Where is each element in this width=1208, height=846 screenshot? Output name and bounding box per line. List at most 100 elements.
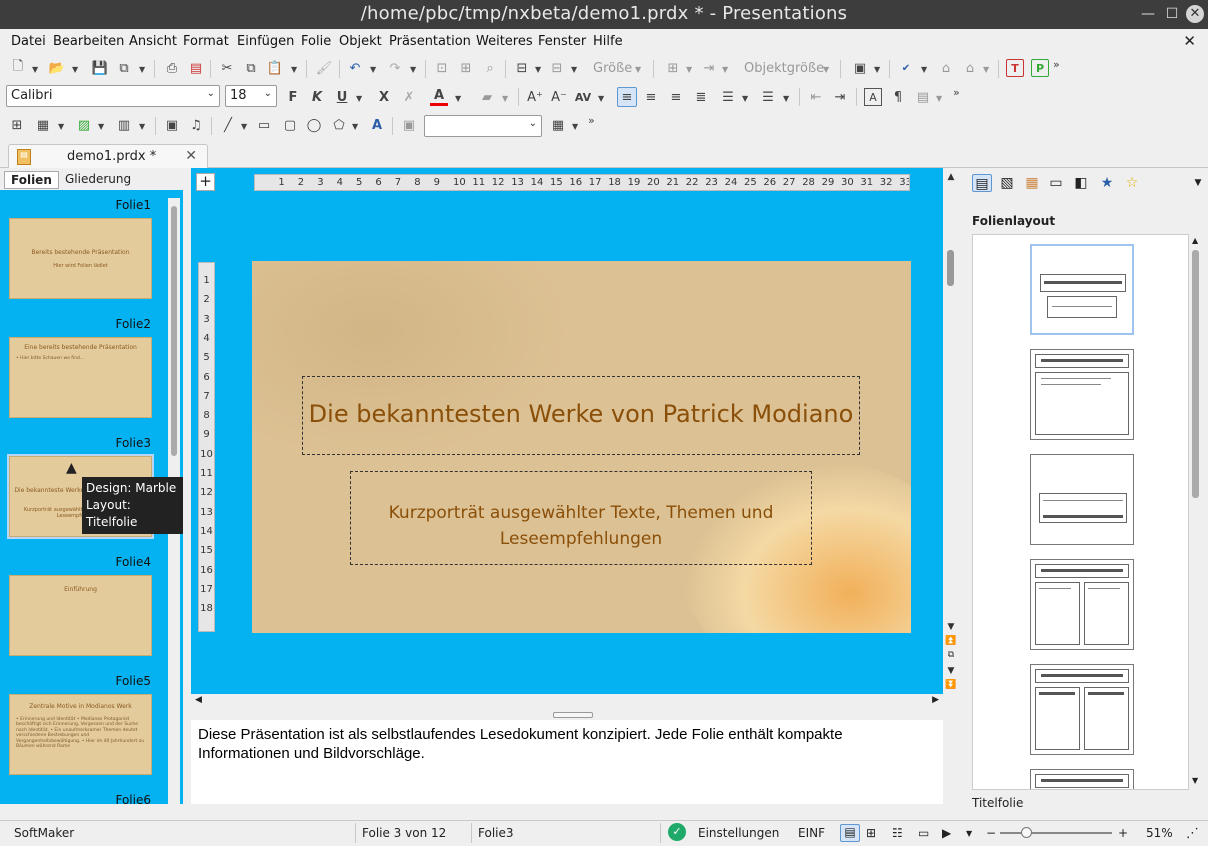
chevron-down-icon[interactable]: ▼ [32,65,38,74]
table-icon[interactable]: ▦ [34,116,52,134]
scrollbar-thumb[interactable] [1192,250,1199,498]
chevron-down-icon[interactable]: ▼ [686,65,692,74]
menu-folie[interactable]: Folie [301,34,331,49]
chevron-down-icon[interactable]: ▼ [823,65,829,74]
chevron-down-icon[interactable]: ▼ [983,65,989,74]
scrollbar-thumb[interactable] [171,206,177,456]
save-icon[interactable]: 💾 [91,59,109,77]
group-icon[interactable]: ⊞ [664,59,682,77]
chevron-down-icon[interactable]: ⌄ [529,118,537,129]
next-slide-icon[interactable]: ▼ [945,666,957,676]
slide-transition-icon[interactable]: ⌂ [937,59,955,77]
chevron-down-icon[interactable]: ▼ [356,94,362,103]
ellipse-icon[interactable]: ◯ [305,116,323,134]
ruler-corner-button[interactable]: + [196,173,215,191]
scrollbar-thumb[interactable] [947,250,954,286]
planmaker-icon[interactable]: P [1031,59,1049,77]
save-all-icon[interactable]: ⧉ [115,59,133,77]
slide-title[interactable]: Die bekanntesten Werke von Patrick Modia… [302,396,860,432]
textmaker-icon[interactable]: T [1006,59,1024,77]
chevron-down-icon[interactable]: ▼ [936,94,942,103]
zoom-slider-knob[interactable] [1021,827,1032,838]
bullet-list-icon[interactable]: ☰ [719,88,737,106]
chevron-down-icon[interactable]: ▼ [874,65,880,74]
object-size-dropdown[interactable]: Objektgröße [744,61,824,76]
chevron-down-icon[interactable]: ▼ [410,65,416,74]
close-tab-icon[interactable]: ✕ [185,148,197,164]
slide-thumbnail-5[interactable]: Zentrale Motive in Modianos Werk • Erinn… [9,694,152,775]
arrange-icon[interactable]: ⇥ [700,59,718,77]
layout-title-slide[interactable] [1030,244,1134,335]
chart-icon[interactable]: ▥ [115,116,133,134]
chevron-down-icon[interactable]: ▼ [921,65,927,74]
horizontal-ruler[interactable]: 1 2 3 4 5 6 7 8 9 10 11 12 13 14 15 16 17 18 19 20 21 22 23 24 2… [254,174,910,191]
autoshape-icon[interactable]: ⬠ [330,116,348,134]
print-icon[interactable]: ⎙ [163,59,181,77]
chevron-down-icon[interactable]: ▼ [291,65,297,74]
undo-icon[interactable]: ↶ [346,59,364,77]
document-tab[interactable]: ▤ demo1.prdx * ✕ [8,144,208,168]
notes-view-icon[interactable]: ▭ [918,826,929,840]
slide-thumbnail-4[interactable]: Einführung [9,575,152,656]
editing-horizontal-scrollbar[interactable]: ◀ ▶ [191,694,943,710]
spellcheck-icon[interactable]: ✔ [897,59,915,77]
menu-bearbeiten[interactable]: Bearbeiten [53,34,124,49]
frame-icon[interactable]: ⊞ [8,116,26,134]
font-name-combo[interactable]: Calibri ⌄ [6,85,220,107]
overflow-icon[interactable]: » [953,86,960,99]
layout-section-header[interactable] [1030,454,1134,545]
tab-folien[interactable]: Folien [4,171,59,189]
chevron-down-icon[interactable]: ▼ [72,65,78,74]
cut-icon[interactable]: ✂ [218,59,236,77]
pdf-export-icon[interactable]: ▤ [187,59,205,77]
slide-subtitle[interactable]: Kurzporträt ausgewählter Texte, Themen u… [350,500,812,552]
menu-objekt[interactable]: Objekt [339,34,382,49]
notes-splitter[interactable] [191,710,943,720]
zoom-100-icon[interactable]: ⊡ [433,59,451,77]
settings-button[interactable]: Einstellungen [698,826,779,840]
new-document-icon[interactable]: 🗋 [9,59,27,77]
menu-hilfe[interactable]: Hilfe [593,34,623,49]
transition-icon[interactable]: ◧ [1071,174,1091,192]
increase-indent-icon[interactable]: ⇥ [831,88,849,106]
numbered-list-icon[interactable]: ☰ [759,88,777,106]
chevron-down-icon[interactable]: ▼ [58,122,64,131]
slideshow-view-icon[interactable]: ▶ [942,826,951,840]
design-icon[interactable]: ▧ [997,174,1017,192]
chevron-down-icon[interactable]: ▼ [722,65,728,74]
first-slide-icon[interactable]: ⏫ [945,636,957,646]
chevron-down-icon[interactable]: ▼ [352,122,358,131]
overflow-icon[interactable]: » [1053,58,1060,71]
layout-title-only[interactable] [1030,769,1134,789]
chevron-down-icon[interactable]: ▼ [783,94,789,103]
align-center-icon[interactable]: ≡ [642,88,660,106]
grow-font-icon[interactable]: A⁺ [526,88,544,106]
tab-gliederung[interactable]: Gliederung [59,171,137,189]
strikethrough-button[interactable]: X [375,88,393,106]
copy-icon[interactable]: ⧉ [242,59,260,77]
decrease-indent-icon[interactable]: ⇤ [807,88,825,106]
align-right-icon[interactable]: ≡ [667,88,685,106]
zoom-slider[interactable] [1000,827,1112,838]
chevron-down-icon[interactable]: ▼ [1188,174,1208,192]
normal-view-icon[interactable]: ▤ [840,824,860,842]
slide-editing-area[interactable]: + 1 2 3 4 5 6 7 8 9 10 11 12 13 14 15 16 17 18 19 20 21 22 23 2… [191,168,943,694]
chevron-down-icon[interactable]: ▼ [571,65,577,74]
font-size-combo[interactable]: 18 ⌄ [225,85,277,107]
zoom-in-icon[interactable]: + [1118,826,1128,840]
zoom-fit-icon[interactable]: ⊞ [457,59,475,77]
menu-einfuegen[interactable]: Einfügen [237,34,294,49]
columns-icon[interactable]: ▤ [914,88,932,106]
bold-button[interactable]: F [284,88,302,106]
distribute-icon[interactable]: ⊟ [548,59,566,77]
notes-pane[interactable]: Diese Präsentation ist als selbstlaufend… [191,720,943,804]
chevron-down-icon[interactable]: ▼ [535,65,541,74]
chevron-down-icon[interactable]: ▼ [370,65,376,74]
menu-fenster[interactable]: Fenster [538,34,586,49]
maximize-icon[interactable]: ☐ [1163,5,1181,23]
scroll-up-icon[interactable]: ▲ [945,172,957,182]
splitter-grip[interactable] [553,712,593,718]
chevron-down-icon[interactable]: ▼ [139,65,145,74]
close-window-icon[interactable]: ✕ [1186,5,1204,23]
grid-icon[interactable]: ▦ [549,116,567,134]
